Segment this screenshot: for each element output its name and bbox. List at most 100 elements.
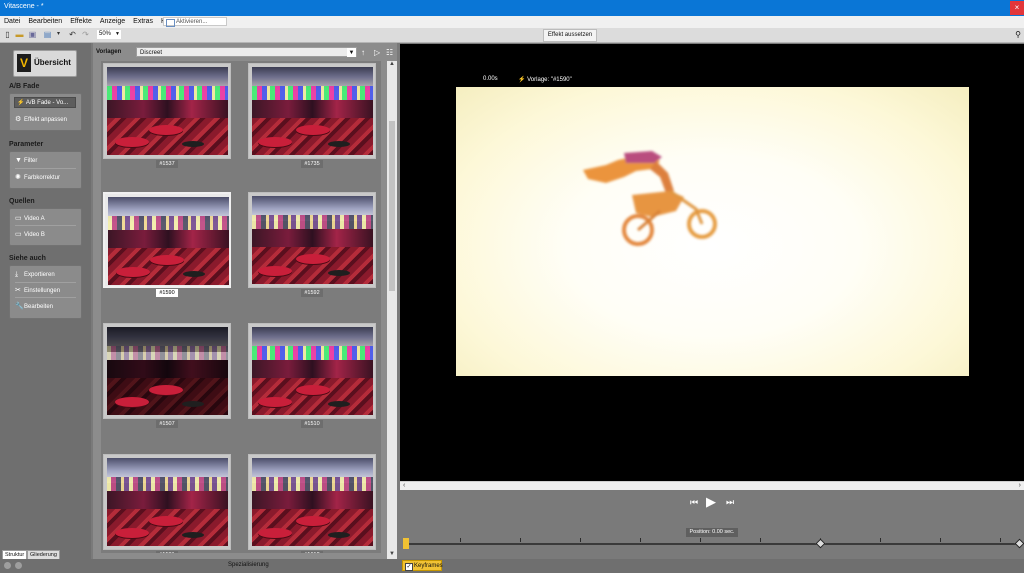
color-correction-label: Farbkorrektur [24, 175, 61, 181]
video-a-button[interactable]: ▭ Video A [15, 214, 45, 222]
timeline-tick [880, 538, 881, 542]
zoom-select[interactable]: 50% ▼ [97, 30, 121, 39]
template-image [252, 67, 373, 155]
template-image [108, 197, 229, 285]
scroll-right-icon[interactable]: › [1019, 482, 1021, 489]
template-category-select[interactable]: Discreet ▼ [136, 47, 357, 57]
menu-bar: DateiBearbeitenEffekteAnzeigeExtrasHilfe… [0, 16, 1024, 28]
toolbar: ▯ ▬ ▣ ▤ ▾ ↶ ↷ 50% ▼ Effekt aussetzen ⚲ [0, 28, 1024, 43]
template-caption: #1510 [301, 420, 323, 428]
key-icon [166, 19, 175, 27]
filter-label: Filter [24, 158, 38, 164]
template-grid: #1537 #1735 #1590 #1592 #1507 #1510 [101, 61, 381, 553]
lightning-icon: ⚡ [17, 100, 26, 106]
template-caption: #1735 [301, 160, 323, 168]
open-folder-icon[interactable]: ▬ [15, 30, 24, 39]
preview-video-frame[interactable] [456, 87, 969, 376]
keyframes-label: Keyframes [414, 563, 443, 569]
template-caption: #1537 [156, 160, 178, 168]
ab-fade-template-button[interactable]: ⚡ A/B Fade - Vo... [14, 97, 76, 108]
preview-time: 0.00s [483, 76, 498, 82]
export-dropdown-icon[interactable]: ▾ [54, 30, 63, 39]
status-bar: Spezialisierung [0, 559, 400, 573]
play-icon[interactable]: ▶ [706, 494, 716, 510]
status-icon[interactable] [15, 562, 22, 569]
section-title-siehe-auch: Siehe auch [9, 255, 46, 262]
export-icon[interactable]: ▤ [43, 30, 52, 39]
menu-extras[interactable]: Extras [129, 16, 157, 25]
panel-siehe-auch: ⤓ Exportieren ✂ Einstellungen 🔧Bearbeiten [9, 265, 82, 319]
panel-quellen: ▭ Video A ▭ Video B [9, 208, 82, 246]
template-frame [103, 323, 231, 419]
close-button[interactable]: × [1010, 1, 1024, 15]
skip-back-icon[interactable]: ⏮ [690, 497, 698, 508]
panel-parameter: ▼ Filter ✺ Farbkorrektur [9, 151, 82, 189]
skip-forward-icon[interactable]: ⏭ [726, 497, 734, 508]
motocross-rider-image [583, 151, 717, 246]
section-title-ab-fade: A/B Fade [9, 83, 40, 90]
template-image [252, 196, 373, 284]
edit-button[interactable]: 🔧Bearbeiten [15, 302, 53, 310]
color-correction-button[interactable]: ✺ Farbkorrektur [15, 173, 60, 181]
template-frame-selected [103, 192, 231, 288]
zoom-value: 50% [99, 31, 112, 37]
template-frame [248, 454, 376, 550]
keyframes-toggle[interactable]: ✓ Keyframes [402, 560, 443, 571]
vitascene-logo: V [17, 54, 31, 72]
list-view-icon[interactable]: ☷ [386, 48, 393, 57]
timeline-track [404, 543, 1022, 545]
arrow-up-icon[interactable]: ↑ [361, 48, 365, 57]
effect-adjust-label: Effekt anpassen [24, 117, 67, 123]
timeline-tick [700, 538, 701, 542]
filter-button[interactable]: ▼ Filter [15, 157, 37, 164]
menu-effekte[interactable]: Effekte [66, 16, 96, 25]
menu-bearbeiten[interactable]: Bearbeiten [24, 16, 66, 25]
keyframes-bar: ✓ Keyframes [400, 559, 1024, 573]
overview-button[interactable]: V Übersicht [13, 50, 77, 77]
status-icon[interactable] [4, 562, 11, 569]
monitor-icon: ▭ [15, 231, 22, 238]
title-bar: Vitascene - * × [0, 0, 1024, 16]
keyframes-checkbox[interactable]: ✓ [405, 563, 413, 571]
templates-scrollbar[interactable]: ▲ ▼ [387, 61, 397, 559]
template-image [107, 67, 228, 155]
sun-icon: ✺ [15, 174, 21, 181]
pin-icon[interactable]: ⚲ [1015, 30, 1021, 39]
effect-toggle-button[interactable]: Effekt aussetzen [543, 29, 597, 42]
menu-anzeige[interactable]: Anzeige [96, 16, 129, 25]
timeline-tick [460, 538, 461, 542]
export-button[interactable]: ⤓ Exportieren [15, 271, 55, 279]
divider [15, 282, 76, 283]
divider [15, 297, 76, 298]
undo-icon[interactable]: ↶ [68, 30, 77, 39]
play-folder-icon[interactable]: ▷ [374, 48, 380, 57]
playhead-marker[interactable] [403, 538, 409, 549]
templates-panel: Vorlagen Discreet ▼ ↑ ▷ ☷ #1537 #1735 #1… [93, 43, 397, 559]
chevron-down-icon: ▼ [115, 31, 120, 37]
template-caption: #1581 [156, 551, 178, 553]
keyframe-marker[interactable] [1014, 538, 1024, 549]
redo-icon[interactable]: ↷ [81, 30, 90, 39]
effect-adjust-button[interactable]: ⚙ Effekt anpassen [15, 115, 67, 123]
settings-button[interactable]: ✂ Einstellungen [15, 286, 60, 294]
preview-panel: 0.00s ⚡ Vorlage: "#1590" [400, 44, 1024, 481]
timeline-tick [580, 538, 581, 542]
activate-button[interactable]: Aktivieren... [163, 17, 227, 27]
scroll-left-icon[interactable]: ‹ [403, 482, 405, 489]
keyframe-marker[interactable] [815, 538, 826, 549]
monitor-icon: ▭ [15, 215, 22, 222]
template-caption-selected: #1590 [156, 289, 178, 297]
template-caption: #1592 [301, 289, 323, 297]
timeline-tick [640, 538, 641, 542]
timeline[interactable] [400, 537, 1024, 551]
video-b-button[interactable]: ▭ Video B [15, 230, 45, 238]
edit-label: Bearbeiten [24, 304, 54, 310]
new-file-icon[interactable]: ▯ [3, 30, 12, 39]
panel-ab-fade: ⚡ A/B Fade - Vo... ⚙ Effekt anpassen [9, 93, 82, 131]
save-icon[interactable]: ▣ [28, 30, 37, 39]
menu-datei[interactable]: Datei [0, 16, 24, 25]
status-text: Spezialisierung [228, 562, 269, 568]
scrollbar-thumb[interactable] [389, 121, 395, 291]
scroll-up-icon[interactable]: ▲ [387, 61, 397, 69]
scroll-down-icon[interactable]: ▼ [387, 551, 397, 559]
